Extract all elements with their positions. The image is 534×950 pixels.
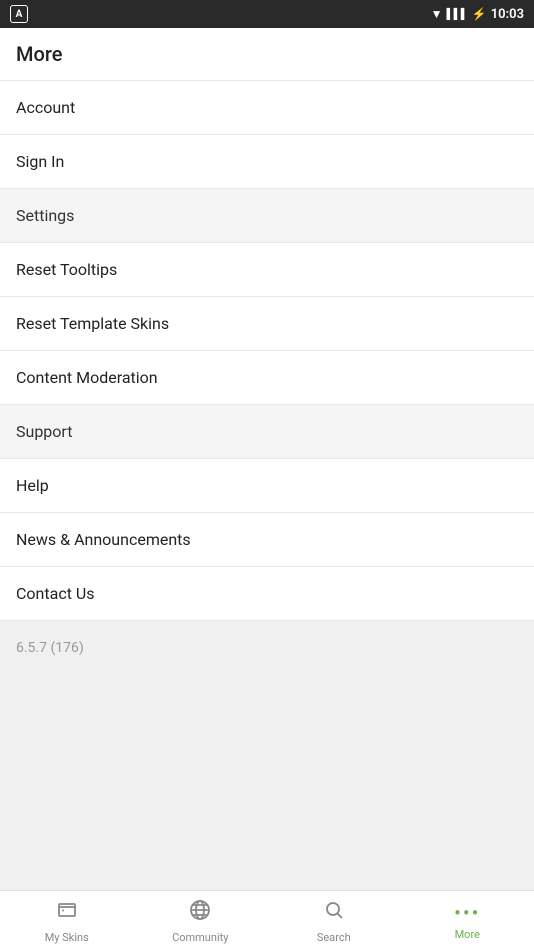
my-skins-icon [55, 898, 79, 928]
nav-item-community-label: Community [172, 931, 228, 944]
menu-item-reset-template-skins-label: Reset Template Skins [16, 314, 169, 333]
status-bar-left: A [10, 5, 28, 23]
menu-item-news-announcements[interactable]: News & Announcements [0, 513, 534, 567]
menu-item-account[interactable]: Account [0, 81, 534, 135]
nav-item-search[interactable]: Search [267, 891, 401, 950]
page-title: More [16, 42, 62, 66]
menu-item-reset-template-skins[interactable]: Reset Template Skins [0, 297, 534, 351]
menu-item-account-label: Account [16, 98, 75, 117]
menu-item-settings[interactable]: Settings [0, 189, 534, 243]
menu-item-help[interactable]: Help [0, 459, 534, 513]
status-bar: A ▼ ▌▌▌ ⚡ 10:03 [0, 0, 534, 28]
version-text: 6.5.7 (176) [16, 640, 84, 656]
menu-item-reset-tooltips-label: Reset Tooltips [16, 260, 117, 279]
battery-icon: ⚡ [472, 7, 487, 21]
more-icon: ••• [454, 901, 480, 925]
menu-item-support[interactable]: Support [0, 405, 534, 459]
main-content: More Account Sign In Settings Reset Tool… [0, 28, 534, 890]
wifi-icon: ▼ [431, 7, 443, 21]
nav-item-my-skins-label: My Skins [45, 931, 89, 944]
nav-item-more[interactable]: ••• More [401, 891, 534, 950]
nav-item-more-label: More [455, 928, 480, 941]
nav-item-my-skins[interactable]: My Skins [0, 891, 134, 950]
menu-item-support-label: Support [16, 422, 72, 441]
page-title-bar: More [0, 28, 534, 81]
menu-item-sign-in-label: Sign In [16, 152, 64, 171]
menu-item-contact-us-label: Contact Us [16, 584, 95, 603]
search-icon [322, 898, 346, 928]
community-icon [188, 898, 212, 928]
menu-item-reset-tooltips[interactable]: Reset Tooltips [0, 243, 534, 297]
menu-item-contact-us[interactable]: Contact Us [0, 567, 534, 621]
nav-item-community[interactable]: Community [134, 891, 268, 950]
nav-item-search-label: Search [317, 931, 351, 944]
menu-item-help-label: Help [16, 476, 49, 495]
menu-item-content-moderation[interactable]: Content Moderation [0, 351, 534, 405]
signal-icon: ▌▌▌ [447, 9, 468, 20]
bottom-nav: My Skins Community Search ••• More [0, 890, 534, 950]
version-area: 6.5.7 (176) [0, 621, 534, 890]
menu-item-settings-label: Settings [16, 206, 74, 225]
a-icon: A [10, 5, 28, 23]
menu-item-news-announcements-label: News & Announcements [16, 530, 191, 549]
status-bar-right: ▼ ▌▌▌ ⚡ 10:03 [431, 7, 524, 22]
time-display: 10:03 [491, 7, 524, 22]
menu-list: Account Sign In Settings Reset Tooltips … [0, 81, 534, 890]
menu-item-sign-in[interactable]: Sign In [0, 135, 534, 189]
menu-item-content-moderation-label: Content Moderation [16, 368, 158, 387]
